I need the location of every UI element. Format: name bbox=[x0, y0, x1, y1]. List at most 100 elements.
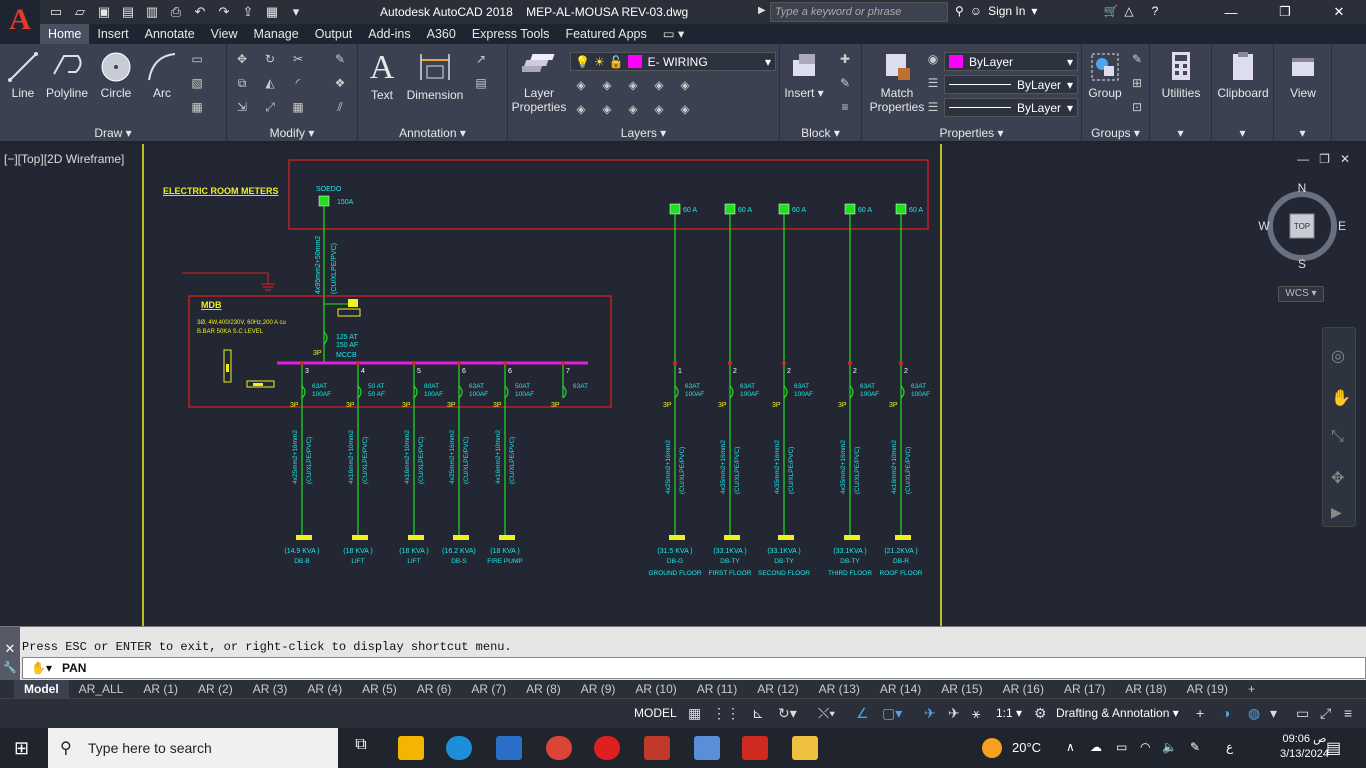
isodraft-icon[interactable]: ⤬▾ bbox=[818, 705, 835, 722]
circle-tool[interactable]: Circle bbox=[96, 50, 136, 100]
tab-annotate[interactable]: Annotate bbox=[137, 24, 203, 44]
workspace-switch[interactable]: Drafting & Annotation ▾ bbox=[1056, 706, 1179, 720]
layout-tab-ar-15[interactable]: AR (15) bbox=[931, 680, 992, 698]
layer-dropdown[interactable]: 💡 ☀ 🔓 E- WIRING ▾ bbox=[570, 52, 776, 71]
tray-expand-icon[interactable]: ∧ bbox=[1066, 740, 1075, 754]
move-icon[interactable]: ✥ bbox=[233, 52, 251, 68]
sign-in-button[interactable]: Sign In bbox=[988, 4, 1025, 18]
view-expand-icon[interactable]: ▾ bbox=[1274, 126, 1331, 140]
dimension-tool[interactable]: Dimension bbox=[404, 50, 466, 102]
customization-icon[interactable]: ≡ bbox=[1344, 705, 1352, 721]
file-explorer-icon[interactable] bbox=[792, 736, 818, 760]
layout-tab-ar-2[interactable]: AR (2) bbox=[188, 680, 243, 698]
offset-icon[interactable]: ⫽ bbox=[331, 100, 349, 116]
close-icon[interactable]: ✕ bbox=[1312, 0, 1366, 24]
insert-block-tool[interactable]: Insert ▾ bbox=[784, 50, 824, 100]
leader-icon[interactable]: ↗ bbox=[472, 52, 490, 68]
annotation-visibility-icon[interactable]: ✈ bbox=[924, 705, 936, 722]
help-icon[interactable]: ? bbox=[1152, 4, 1159, 18]
layout-tab-ar-16[interactable]: AR (16) bbox=[993, 680, 1054, 698]
autocad-logo-icon[interactable]: A bbox=[0, 0, 40, 40]
add-icon[interactable]: + bbox=[1196, 705, 1204, 721]
chrome-icon[interactable] bbox=[546, 736, 572, 760]
command-customize-icon[interactable]: 🔧 bbox=[0, 657, 20, 674]
layer-match-icon[interactable]: ◈ bbox=[598, 102, 616, 118]
lineweight-dropdown[interactable]: ByLayer ▾ bbox=[944, 98, 1078, 117]
layout-tab-ar-3[interactable]: AR (3) bbox=[243, 680, 298, 698]
tab-output[interactable]: Output bbox=[307, 24, 361, 44]
open-file-icon[interactable]: ▱ bbox=[70, 2, 90, 22]
tab-home[interactable]: Home bbox=[40, 24, 90, 44]
steering-wheel-icon[interactable]: ◎ bbox=[1331, 346, 1345, 366]
viewport-minimize-icon[interactable]: — bbox=[1297, 152, 1309, 166]
copy-icon[interactable]: ⧉ bbox=[233, 76, 251, 92]
save-as-icon[interactable]: ▤ bbox=[118, 2, 138, 22]
network-icon[interactable]: ☁ bbox=[1090, 740, 1102, 754]
command-close-icon[interactable]: ✕ bbox=[0, 627, 20, 657]
viewcube[interactable]: TOP N S E W bbox=[1258, 180, 1348, 270]
autocad-taskbar-icon[interactable] bbox=[644, 736, 670, 760]
mirror-icon[interactable]: ◭ bbox=[261, 76, 279, 92]
grid-icon[interactable]: ▦ bbox=[688, 705, 701, 722]
utilities-expand-icon[interactable]: ▾ bbox=[1150, 126, 1211, 140]
layer-previous-icon[interactable]: ◈ bbox=[676, 102, 694, 118]
table-icon[interactable]: ▦ bbox=[188, 100, 206, 116]
layer-unisolate-icon[interactable]: ◈ bbox=[624, 102, 642, 118]
match-properties-tool[interactable]: Match Properties bbox=[868, 50, 926, 114]
arc-tool[interactable]: Arc bbox=[142, 50, 182, 100]
search-input[interactable]: Type a keyword or phrase bbox=[770, 2, 948, 22]
pan-icon[interactable]: ✋ bbox=[1331, 388, 1351, 408]
layout-tab-ar-11[interactable]: AR (11) bbox=[687, 680, 747, 698]
command-line-input[interactable]: ✋▾ PAN bbox=[22, 657, 1366, 679]
viewport-restore-icon[interactable]: ❐ bbox=[1319, 152, 1330, 166]
notifications-icon[interactable]: ▤ bbox=[1326, 738, 1341, 758]
microsoft-store-icon[interactable] bbox=[398, 736, 424, 760]
properties-panel-title[interactable]: Properties ▾ bbox=[862, 126, 1081, 140]
layout-tab-ar-18[interactable]: AR (18) bbox=[1115, 680, 1176, 698]
redo-icon[interactable]: ↷ bbox=[214, 2, 234, 22]
layout-tab-ar-1[interactable]: AR (1) bbox=[133, 680, 188, 698]
layout-tab-ar-8[interactable]: AR (8) bbox=[516, 680, 571, 698]
layers-panel-title[interactable]: Layers ▾ bbox=[508, 126, 779, 140]
layout-tab-ar-17[interactable]: AR (17) bbox=[1054, 680, 1115, 698]
layout-tab-ar-19[interactable]: AR (19) bbox=[1177, 680, 1238, 698]
layout-tab-ar-12[interactable]: AR (12) bbox=[747, 680, 808, 698]
layout-tab-ar-5[interactable]: AR (5) bbox=[352, 680, 407, 698]
polar-icon[interactable]: ↻▾ bbox=[778, 705, 797, 722]
display-icon[interactable]: ▭ bbox=[1116, 740, 1127, 754]
windows-start-icon[interactable]: ⊞ bbox=[14, 738, 34, 758]
color-dropdown[interactable]: ByLayer ▾ bbox=[944, 52, 1078, 71]
tab-manage[interactable]: Manage bbox=[246, 24, 307, 44]
create-block-icon[interactable]: ✚ bbox=[836, 52, 854, 68]
group-tool[interactable]: Group bbox=[1086, 50, 1124, 100]
annotation-panel-title[interactable]: Annotation ▾ bbox=[358, 126, 507, 140]
auto-scale-icon[interactable]: ✈ bbox=[948, 705, 960, 722]
group-select-icon[interactable]: ⊡ bbox=[1128, 100, 1146, 116]
layer-properties-tool[interactable]: Layer Properties bbox=[510, 50, 568, 114]
hardware-acceleration-icon[interactable]: ◍ bbox=[1248, 705, 1260, 722]
fillet-icon[interactable]: ◜ bbox=[289, 76, 307, 92]
rectangle-icon[interactable]: ▭ bbox=[188, 52, 206, 68]
modify-panel-title[interactable]: Modify ▾ bbox=[227, 126, 357, 140]
layout-tab-ar-6[interactable]: AR (6) bbox=[407, 680, 462, 698]
volume-icon[interactable]: 🔈 bbox=[1162, 740, 1177, 754]
annotation-scale-icon[interactable]: ⚹ bbox=[972, 705, 980, 722]
polyline-tool[interactable]: Polyline bbox=[42, 50, 92, 100]
tab-add-ins[interactable]: Add-ins bbox=[360, 24, 418, 44]
isolate-objects-icon[interactable]: ◑ bbox=[1222, 705, 1230, 721]
share-icon[interactable]: ⇪ bbox=[238, 2, 258, 22]
edge-browser-icon[interactable] bbox=[446, 736, 472, 760]
minimize-icon[interactable]: — bbox=[1204, 0, 1258, 24]
make-current-icon[interactable]: ◈ bbox=[676, 78, 694, 94]
layout-tab-ar-7[interactable]: AR (7) bbox=[461, 680, 516, 698]
text-tool[interactable]: A Text bbox=[364, 50, 400, 103]
block-panel-title[interactable]: Block ▾ bbox=[780, 126, 861, 140]
qat-dropdown-icon[interactable]: ▾ bbox=[286, 2, 306, 22]
explode-icon[interactable]: ❖ bbox=[331, 76, 349, 92]
clipboard-tool[interactable]: Clipboard bbox=[1214, 50, 1272, 100]
groups-panel-title[interactable]: Groups ▾ bbox=[1082, 126, 1149, 140]
layer-isolate-icon[interactable]: ◈ bbox=[598, 78, 616, 94]
binoculars-icon[interactable]: ⚲ bbox=[955, 4, 964, 18]
erase-icon[interactable]: ✎ bbox=[331, 52, 349, 68]
layout-tab-ar-10[interactable]: AR (10) bbox=[625, 680, 686, 698]
